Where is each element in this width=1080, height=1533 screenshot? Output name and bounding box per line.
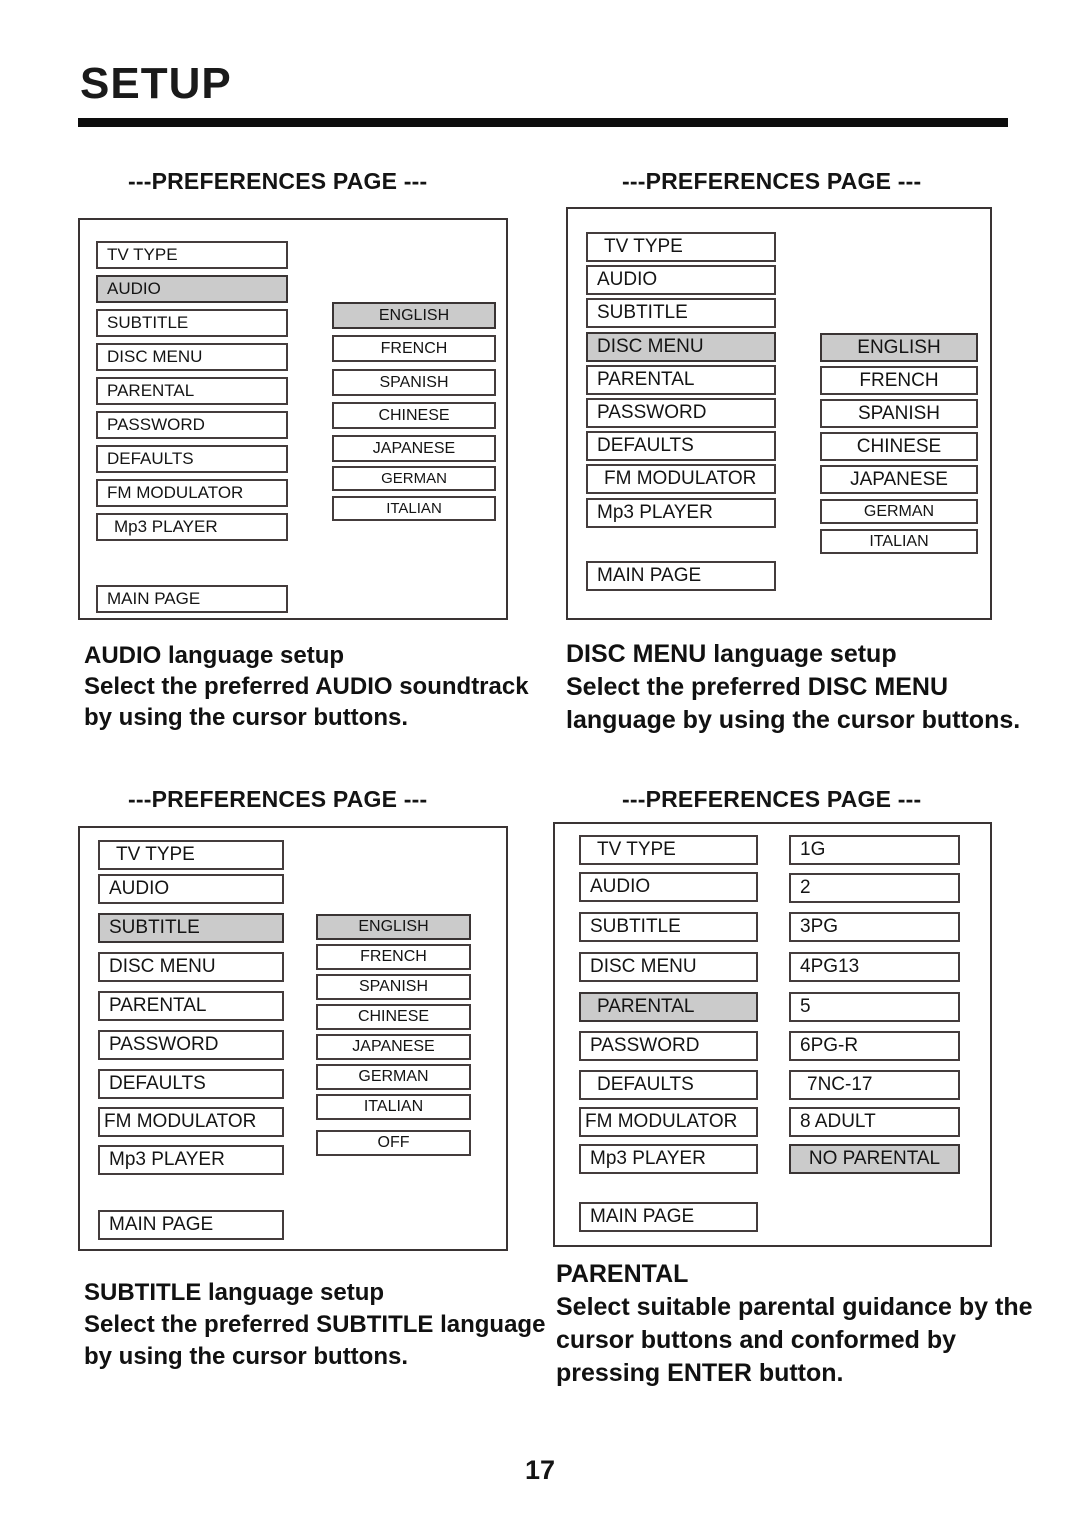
caption-line: Select suitable parental guidance by the <box>556 1293 1033 1321</box>
menu-item-parental[interactable]: PARENTAL <box>98 991 284 1021</box>
menu-item-tv-type[interactable]: TV TYPE <box>96 241 288 269</box>
option-item-french[interactable]: FRENCH <box>332 335 496 362</box>
menu-item-main-page[interactable]: MAIN PAGE <box>586 561 776 591</box>
option-item-3pg[interactable]: 3PG <box>789 912 960 942</box>
option-item-4pg13[interactable]: 4PG13 <box>789 952 960 982</box>
preferences-page-heading-1: ---PREFERENCES PAGE --- <box>128 168 428 194</box>
caption-line: SUBTITLE language setup <box>84 1279 385 1306</box>
option-item-spanish[interactable]: SPANISH <box>316 974 471 1000</box>
caption-line: Select the preferred DISC MENU <box>566 673 949 701</box>
caption-audio: AUDIO language setup Select the preferre… <box>84 640 529 733</box>
menu-item-fm-modulator[interactable]: FM MODULATOR <box>579 1107 758 1137</box>
preferences-page-heading-2: ---PREFERENCES PAGE --- <box>622 168 922 194</box>
option-item-no-parental[interactable]: NO PARENTAL <box>789 1144 960 1174</box>
page-title: SETUP <box>80 59 232 108</box>
caption-parental: PARENTAL Select suitable parental guidan… <box>556 1258 1033 1390</box>
caption-line: language by using the cursor buttons. <box>566 706 1021 734</box>
caption-disc-menu: DISC MENU language setup Select the pref… <box>566 638 1020 737</box>
caption-line: by using the cursor buttons. <box>84 1343 409 1370</box>
option-item-german[interactable]: GERMAN <box>332 466 496 491</box>
menu-item-subtitle[interactable]: SUBTITLE <box>586 298 776 328</box>
option-item-french[interactable]: FRENCH <box>316 944 471 970</box>
option-item-japanese[interactable]: JAPANESE <box>820 465 978 494</box>
option-item-italian[interactable]: ITALIAN <box>332 496 496 521</box>
menu-item-parental[interactable]: PARENTAL <box>579 992 758 1022</box>
menu-item-defaults[interactable]: DEFAULTS <box>96 445 288 473</box>
option-item-italian[interactable]: ITALIAN <box>820 529 978 554</box>
menu-item-disc-menu[interactable]: DISC MENU <box>96 343 288 371</box>
osd-panel-disc-menu: TV TYPE AUDIO SUBTITLE DISC MENU PARENTA… <box>566 207 992 620</box>
caption-line: AUDIO language setup <box>84 642 345 669</box>
caption-line: cursor buttons and conformed by <box>556 1326 957 1354</box>
preferences-page-heading-4: ---PREFERENCES PAGE --- <box>622 786 922 812</box>
option-item-chinese[interactable]: CHINESE <box>820 432 978 461</box>
option-item-5[interactable]: 5 <box>789 992 960 1022</box>
option-item-2[interactable]: 2 <box>789 873 960 903</box>
menu-item-defaults[interactable]: DEFAULTS <box>586 431 776 461</box>
option-item-6pg-r[interactable]: 6PG-R <box>789 1031 960 1061</box>
menu-item-subtitle[interactable]: SUBTITLE <box>579 912 758 942</box>
menu-item-parental[interactable]: PARENTAL <box>586 365 776 395</box>
option-item-chinese[interactable]: CHINESE <box>332 402 496 429</box>
menu-item-defaults[interactable]: DEFAULTS <box>98 1069 284 1099</box>
option-item-spanish[interactable]: SPANISH <box>332 369 496 396</box>
menu-item-mp3-player[interactable]: Mp3 PLAYER <box>96 513 288 541</box>
menu-item-audio[interactable]: AUDIO <box>96 275 288 303</box>
option-item-7nc-17[interactable]: 7NC-17 <box>789 1070 960 1100</box>
option-item-french[interactable]: FRENCH <box>820 366 978 395</box>
menu-item-tv-type[interactable]: TV TYPE <box>586 232 776 262</box>
option-item-chinese[interactable]: CHINESE <box>316 1004 471 1030</box>
option-item-off[interactable]: OFF <box>316 1130 471 1156</box>
osd-panel-parental: TV TYPE AUDIO SUBTITLE DISC MENU PARENTA… <box>553 822 992 1247</box>
menu-item-subtitle[interactable]: SUBTITLE <box>98 913 284 943</box>
menu-item-mp3-player[interactable]: Mp3 PLAYER <box>98 1145 284 1175</box>
option-item-italian[interactable]: ITALIAN <box>316 1094 471 1120</box>
menu-item-disc-menu[interactable]: DISC MENU <box>586 332 776 362</box>
caption-line: Select the preferred SUBTITLE language <box>84 1311 546 1338</box>
page-number: 17 <box>524 1455 556 1485</box>
osd-panel-subtitle: TV TYPE AUDIO SUBTITLE DISC MENU PARENTA… <box>78 826 508 1251</box>
caption-subtitle: SUBTITLE language setup Select the prefe… <box>84 1277 545 1373</box>
option-item-japanese[interactable]: JAPANESE <box>332 435 496 462</box>
option-item-english[interactable]: ENGLISH <box>332 302 496 329</box>
preferences-page-heading-3: ---PREFERENCES PAGE --- <box>128 786 428 812</box>
menu-item-main-page[interactable]: MAIN PAGE <box>96 585 288 613</box>
menu-item-password[interactable]: PASSWORD <box>96 411 288 439</box>
menu-item-tv-type[interactable]: TV TYPE <box>579 835 758 865</box>
osd-panel-audio: TV TYPE AUDIO SUBTITLE DISC MENU PARENTA… <box>78 218 508 620</box>
option-item-japanese[interactable]: JAPANESE <box>316 1034 471 1060</box>
option-item-german[interactable]: GERMAN <box>316 1064 471 1090</box>
option-item-1g[interactable]: 1G <box>789 835 960 865</box>
option-item-spanish[interactable]: SPANISH <box>820 399 978 428</box>
menu-item-password[interactable]: PASSWORD <box>98 1030 284 1060</box>
menu-item-audio[interactable]: AUDIO <box>586 265 776 295</box>
menu-item-parental[interactable]: PARENTAL <box>96 377 288 405</box>
menu-item-password[interactable]: PASSWORD <box>579 1031 758 1061</box>
menu-item-defaults[interactable]: DEFAULTS <box>579 1070 758 1100</box>
menu-item-mp3-player[interactable]: Mp3 PLAYER <box>579 1144 758 1174</box>
menu-item-fm-modulator[interactable]: FM MODULATOR <box>96 479 288 507</box>
option-item-english[interactable]: ENGLISH <box>820 333 978 362</box>
caption-line: PARENTAL <box>556 1260 689 1288</box>
menu-item-password[interactable]: PASSWORD <box>586 398 776 428</box>
option-item-8-adult[interactable]: 8 ADULT <box>789 1107 960 1137</box>
menu-item-main-page[interactable]: MAIN PAGE <box>98 1210 284 1240</box>
option-item-english[interactable]: ENGLISH <box>316 914 471 940</box>
menu-item-disc-menu[interactable]: DISC MENU <box>579 952 758 982</box>
menu-item-fm-modulator[interactable]: FM MODULATOR <box>586 464 776 494</box>
menu-item-disc-menu[interactable]: DISC MENU <box>98 952 284 982</box>
menu-item-audio[interactable]: AUDIO <box>98 874 284 904</box>
menu-item-audio[interactable]: AUDIO <box>579 872 758 902</box>
option-item-german[interactable]: GERMAN <box>820 499 978 524</box>
menu-item-tv-type[interactable]: TV TYPE <box>98 840 284 870</box>
menu-item-fm-modulator[interactable]: FM MODULATOR <box>98 1107 284 1137</box>
caption-line: by using the cursor buttons. <box>84 704 409 731</box>
menu-item-subtitle[interactable]: SUBTITLE <box>96 309 288 337</box>
caption-line: DISC MENU language setup <box>566 640 897 668</box>
menu-item-main-page[interactable]: MAIN PAGE <box>579 1202 758 1232</box>
caption-line: pressing ENTER button. <box>556 1359 844 1387</box>
menu-item-mp3-player[interactable]: Mp3 PLAYER <box>586 498 776 528</box>
caption-line: Select the preferred AUDIO soundtrack <box>84 673 529 700</box>
title-divider <box>78 118 1008 127</box>
